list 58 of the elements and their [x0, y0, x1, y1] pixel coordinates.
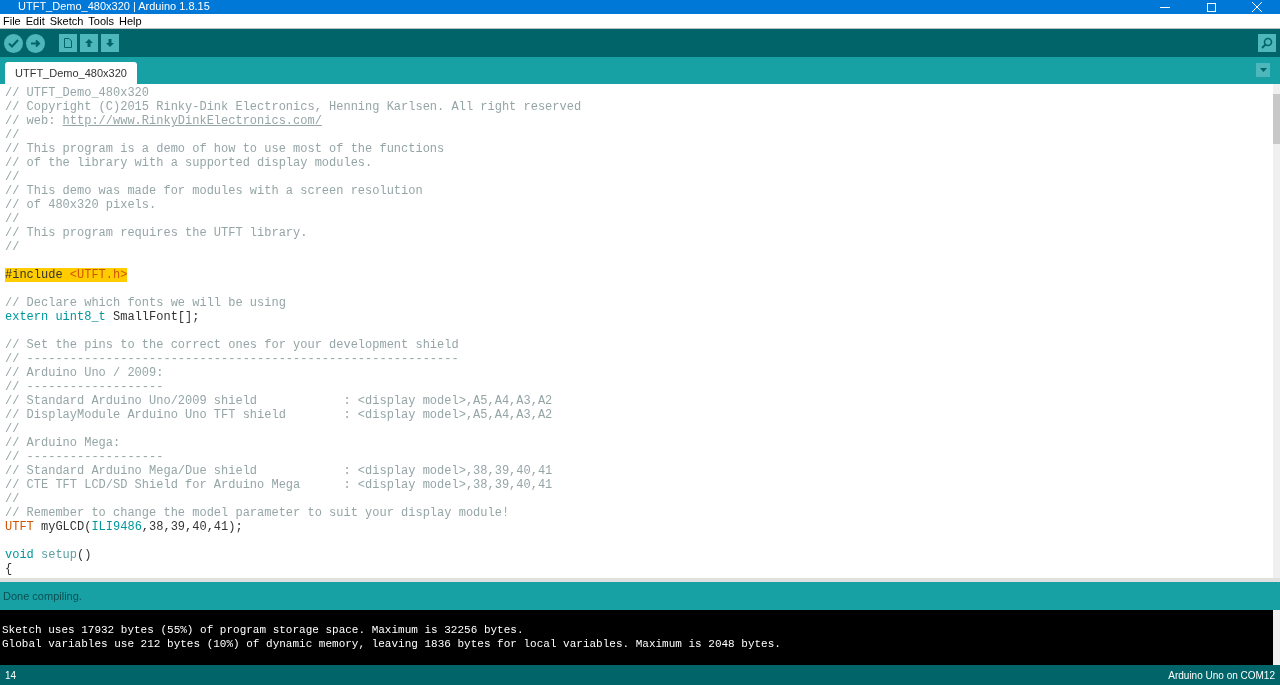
scrollbar[interactable]	[1273, 610, 1280, 665]
tab-menu-button[interactable]	[1256, 63, 1270, 77]
board-info: Arduino Uno on COM12	[1168, 668, 1275, 683]
code-line: // This program requires the UTFT library.	[5, 226, 309, 240]
code-line: // ------------------------------------------------------------	[5, 352, 460, 366]
code-line: // of the library with a supported display modules.	[5, 156, 374, 170]
upload-button[interactable]	[26, 33, 45, 53]
code-comment: // web:	[5, 114, 57, 128]
arrow-right-icon	[30, 38, 41, 48]
code-line: // CTE TFT LCD/SD Shield for Arduino Mega : <display model>,38,39,40,41	[5, 478, 554, 492]
code-line: extern uint8_t SmallFont[];	[5, 310, 201, 324]
code-line: // -------------------	[5, 380, 165, 394]
code-line: // UTFT_Demo_480x320	[5, 86, 151, 100]
code-line: // DisplayModule Arduino Uno TFT shield : <display model>,A5,A4,A3,A2	[5, 408, 554, 422]
code-line: // Arduino Uno / 2009:	[5, 366, 165, 380]
menu-item[interactable]: Tools	[88, 12, 115, 30]
scrollbar[interactable]	[1273, 84, 1280, 578]
code-line: {	[5, 562, 14, 576]
caret-icon	[1259, 68, 1267, 72]
window-title: UTFT_Demo_480x320 | Arduino 1.8.15	[18, 0, 210, 13]
code-line: //	[5, 492, 21, 506]
code-line: UTFT myGLCD(ILI9486,38,39,40,41);	[5, 520, 244, 534]
code-line: // Declare which fonts we will be using	[5, 296, 287, 310]
arrow-up-icon	[84, 38, 94, 48]
code-line: // Standard Arduino Mega/Due shield : <display model>,38,39,40,41	[5, 464, 554, 478]
code-line: // of 480x320 pixels.	[5, 198, 158, 212]
code-line: // -------------------	[5, 450, 165, 464]
code-line: // Arduino Mega:	[5, 436, 122, 450]
code-line: //	[5, 128, 21, 142]
save-button[interactable]	[101, 34, 119, 52]
code-line: void setup()	[5, 548, 93, 562]
file-tab[interactable]: UTFT_Demo_480x320	[5, 62, 137, 84]
menu-item[interactable]: Sketch	[49, 12, 84, 30]
code-line: // Remember to change the model parameter to suit your display module!	[5, 506, 511, 520]
search-icon	[1261, 37, 1273, 49]
code-line: //	[5, 170, 21, 184]
arrow-down-icon	[105, 38, 115, 48]
serial-monitor-button[interactable]	[1258, 34, 1276, 52]
code-line: // Standard Arduino Uno/2009 shield : <display model>,A5,A4,A3,A2	[5, 394, 554, 408]
console-line: Sketch uses 17932 bytes (55%) of program storage space. Maximum is 32256 bytes.	[2, 623, 525, 637]
code-line: // Copyright (C)2015 Rinky-Dink Electronics, Henning Karlsen. All right reserved	[5, 100, 583, 114]
code-line: //	[5, 240, 21, 254]
code-line: //	[5, 212, 21, 226]
file-icon	[64, 38, 72, 48]
menu-item[interactable]: Help	[119, 12, 142, 30]
open-button[interactable]	[80, 34, 98, 52]
code-line: // Set the pins to the correct ones for your development shield	[5, 338, 460, 352]
console-line: Global variables use 212 bytes (10%) of dynamic memory, leaving 1836 bytes for local variables. Maximum is 2048 bytes.	[2, 637, 782, 651]
verify-button[interactable]	[4, 33, 23, 53]
check-icon	[8, 38, 19, 48]
code-line: //	[5, 422, 21, 436]
line-number: 14	[5, 668, 17, 683]
menu-item[interactable]: Edit	[25, 12, 45, 30]
code-line: // This demo was made for modules with a screen resolution	[5, 184, 424, 198]
code-line: // This program is a demo of how to use most of the functions	[5, 142, 446, 156]
menu-item[interactable]: File	[3, 12, 21, 30]
new-file-button[interactable]	[59, 34, 77, 52]
status-message: Done compiling.	[3, 588, 82, 604]
